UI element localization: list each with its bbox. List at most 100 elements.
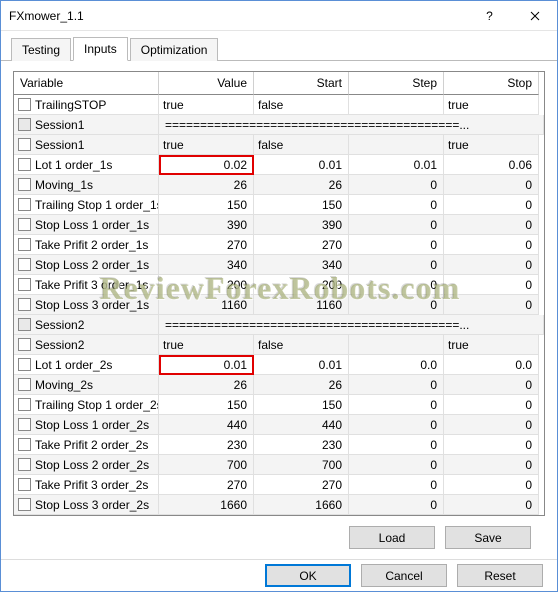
start-cell[interactable]: 26 bbox=[254, 175, 349, 195]
start-cell[interactable]: 150 bbox=[254, 395, 349, 415]
stop-cell[interactable]: 0.0 bbox=[444, 355, 539, 375]
variable-cell[interactable]: Session1 bbox=[14, 115, 159, 135]
step-cell[interactable]: 0 bbox=[349, 495, 444, 515]
step-cell[interactable]: 0 bbox=[349, 435, 444, 455]
stop-cell[interactable]: 0 bbox=[444, 475, 539, 495]
value-cell[interactable]: 0.02 bbox=[159, 155, 254, 175]
start-cell[interactable]: 26 bbox=[254, 375, 349, 395]
start-cell[interactable]: 700 bbox=[254, 455, 349, 475]
stop-cell[interactable]: 0 bbox=[444, 175, 539, 195]
value-cell[interactable]: 200 bbox=[159, 275, 254, 295]
stop-cell[interactable]: 0 bbox=[444, 495, 539, 515]
value-cell[interactable]: true bbox=[159, 95, 254, 115]
checkbox-icon[interactable] bbox=[18, 478, 31, 491]
start-cell[interactable]: 1660 bbox=[254, 495, 349, 515]
checkbox-icon[interactable] bbox=[18, 458, 31, 471]
save-button[interactable]: Save bbox=[445, 526, 531, 549]
ok-button[interactable]: OK bbox=[265, 564, 351, 587]
variable-cell[interactable]: Moving_1s bbox=[14, 175, 159, 195]
step-cell[interactable]: 0 bbox=[349, 375, 444, 395]
load-button[interactable]: Load bbox=[349, 526, 435, 549]
variable-cell[interactable]: Trailing Stop 1 order_2s bbox=[14, 395, 159, 415]
step-cell[interactable]: 0 bbox=[349, 195, 444, 215]
variable-cell[interactable]: Session1 bbox=[14, 135, 159, 155]
start-cell[interactable]: 200 bbox=[254, 275, 349, 295]
step-cell[interactable]: 0 bbox=[349, 415, 444, 435]
variable-cell[interactable]: Session2 bbox=[14, 315, 159, 335]
col-stop[interactable]: Stop bbox=[444, 72, 539, 95]
value-cell[interactable]: 440 bbox=[159, 415, 254, 435]
start-cell[interactable]: 390 bbox=[254, 215, 349, 235]
start-cell[interactable]: 230 bbox=[254, 435, 349, 455]
checkbox-icon[interactable] bbox=[18, 498, 31, 511]
checkbox-icon[interactable] bbox=[18, 198, 31, 211]
value-cell[interactable]: 1660 bbox=[159, 495, 254, 515]
value-cell[interactable]: 150 bbox=[159, 395, 254, 415]
stop-cell[interactable]: 0 bbox=[444, 435, 539, 455]
step-cell[interactable]: 0.01 bbox=[349, 155, 444, 175]
step-cell[interactable]: 0.0 bbox=[349, 355, 444, 375]
value-cell[interactable]: 340 bbox=[159, 255, 254, 275]
start-cell[interactable]: 0.01 bbox=[254, 355, 349, 375]
checkbox-icon[interactable] bbox=[18, 338, 31, 351]
variable-cell[interactable]: TrailingSTOP bbox=[14, 95, 159, 115]
checkbox-icon[interactable] bbox=[18, 398, 31, 411]
stop-cell[interactable]: 0 bbox=[444, 215, 539, 235]
reset-button[interactable]: Reset bbox=[457, 564, 543, 587]
variable-cell[interactable]: Stop Loss 3 order_1s bbox=[14, 295, 159, 315]
value-cell[interactable]: 0.01 bbox=[159, 355, 254, 375]
value-cell[interactable]: 26 bbox=[159, 375, 254, 395]
checkbox-icon[interactable] bbox=[18, 218, 31, 231]
start-cell[interactable]: 440 bbox=[254, 415, 349, 435]
variable-cell[interactable]: Stop Loss 1 order_1s bbox=[14, 215, 159, 235]
start-cell[interactable]: false bbox=[254, 95, 349, 115]
value-cell[interactable]: 390 bbox=[159, 215, 254, 235]
step-cell[interactable]: 0 bbox=[349, 255, 444, 275]
start-cell[interactable]: 270 bbox=[254, 475, 349, 495]
variable-cell[interactable]: Lot 1 order_1s bbox=[14, 155, 159, 175]
stop-cell[interactable]: 0 bbox=[444, 415, 539, 435]
stop-cell[interactable]: 0 bbox=[444, 275, 539, 295]
variable-cell[interactable]: Take Prifit 3 order_1s bbox=[14, 275, 159, 295]
checkbox-icon[interactable] bbox=[18, 298, 31, 311]
tab-testing[interactable]: Testing bbox=[11, 38, 71, 61]
start-cell[interactable]: 270 bbox=[254, 235, 349, 255]
close-button[interactable] bbox=[512, 1, 557, 30]
step-cell[interactable]: 0 bbox=[349, 295, 444, 315]
step-cell[interactable]: 0 bbox=[349, 275, 444, 295]
divider-cell[interactable]: ========================================… bbox=[159, 115, 544, 135]
value-cell[interactable]: 270 bbox=[159, 475, 254, 495]
value-cell[interactable]: 700 bbox=[159, 455, 254, 475]
start-cell[interactable]: 150 bbox=[254, 195, 349, 215]
variable-cell[interactable]: Take Prifit 3 order_2s bbox=[14, 475, 159, 495]
variable-cell[interactable]: Trailing Stop 1 order_1s bbox=[14, 195, 159, 215]
variable-cell[interactable]: Session2 bbox=[14, 335, 159, 355]
step-cell[interactable] bbox=[349, 135, 444, 155]
tab-optimization[interactable]: Optimization bbox=[130, 38, 219, 61]
checkbox-icon[interactable] bbox=[18, 418, 31, 431]
start-cell[interactable]: 1160 bbox=[254, 295, 349, 315]
value-cell[interactable]: 26 bbox=[159, 175, 254, 195]
step-cell[interactable] bbox=[349, 95, 444, 115]
stop-cell[interactable]: true bbox=[444, 335, 539, 355]
help-button[interactable]: ? bbox=[467, 1, 512, 30]
variable-cell[interactable]: Stop Loss 2 order_1s bbox=[14, 255, 159, 275]
checkbox-icon[interactable] bbox=[18, 138, 31, 151]
checkbox-icon[interactable] bbox=[18, 98, 31, 111]
variable-cell[interactable]: Lot 1 order_2s bbox=[14, 355, 159, 375]
step-cell[interactable]: 0 bbox=[349, 395, 444, 415]
checkbox-icon[interactable] bbox=[18, 358, 31, 371]
stop-cell[interactable]: 0 bbox=[444, 195, 539, 215]
checkbox-icon[interactable] bbox=[18, 178, 31, 191]
start-cell[interactable]: 340 bbox=[254, 255, 349, 275]
value-cell[interactable]: 150 bbox=[159, 195, 254, 215]
cancel-button[interactable]: Cancel bbox=[361, 564, 447, 587]
step-cell[interactable]: 0 bbox=[349, 475, 444, 495]
checkbox-icon[interactable] bbox=[18, 318, 31, 331]
step-cell[interactable]: 0 bbox=[349, 175, 444, 195]
col-start[interactable]: Start bbox=[254, 72, 349, 95]
stop-cell[interactable]: 0 bbox=[444, 235, 539, 255]
checkbox-icon[interactable] bbox=[18, 438, 31, 451]
step-cell[interactable]: 0 bbox=[349, 215, 444, 235]
col-variable[interactable]: Variable bbox=[14, 72, 159, 95]
